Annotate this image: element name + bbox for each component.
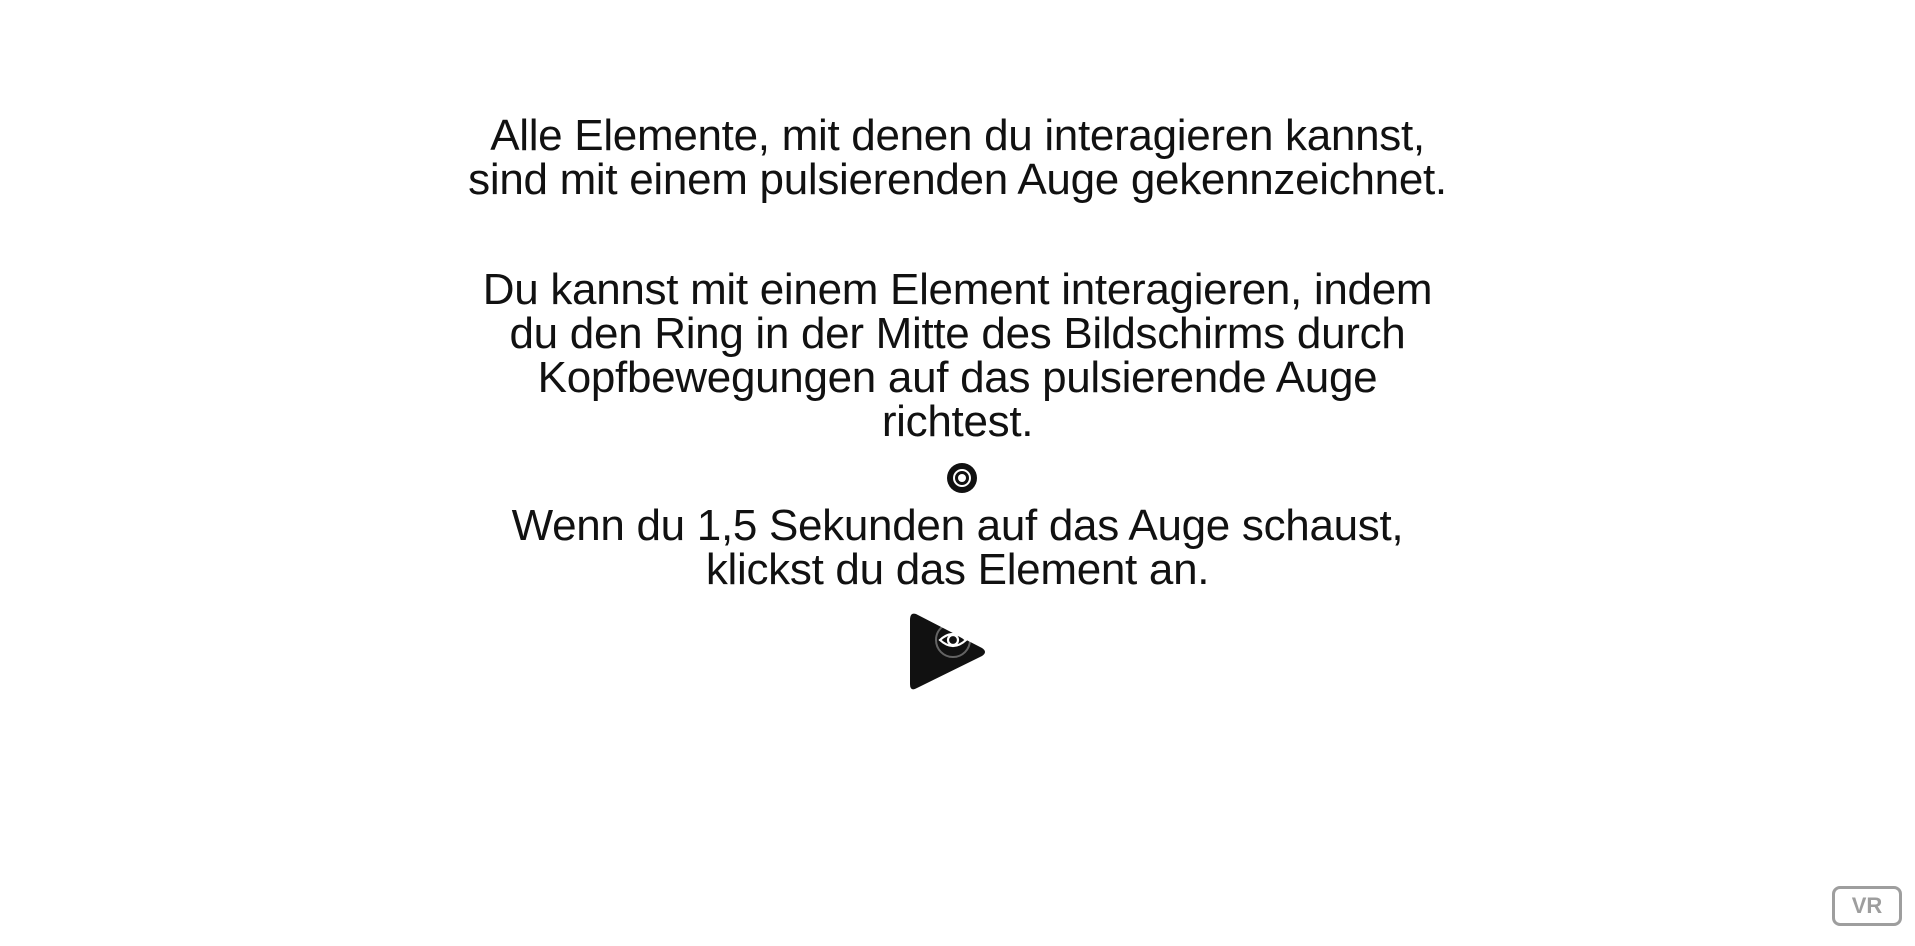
instruction-line: klickst du das Element an. <box>705 545 1210 594</box>
instruction-paragraph-interactive-elements: Alle Elemente, mit denen du interagieren… <box>420 114 1495 202</box>
play-icon <box>910 613 985 690</box>
instruction-paragraph-gaze-ring: Du kannst mit einem Element interagieren… <box>430 268 1485 444</box>
instruction-line: du den Ring in der Mitte des Bildschirms… <box>509 309 1406 358</box>
vr-mode-button[interactable]: VR <box>1832 886 1902 926</box>
instruction-line: richtest. <box>881 397 1034 446</box>
instruction-line: sind mit einem pulsierenden Auge gekennz… <box>468 155 1447 204</box>
instruction-line: Alle Elemente, mit denen du interagieren… <box>490 111 1425 160</box>
instruction-line: Du kannst mit einem Element interagieren… <box>482 265 1433 314</box>
play-button[interactable] <box>910 610 990 694</box>
instruction-line: Wenn du 1,5 Sekunden auf das Auge schaus… <box>511 501 1404 550</box>
gaze-ring-icon <box>947 463 977 493</box>
instruction-line: Kopfbewegungen auf das pulsierende Auge <box>537 353 1378 402</box>
vr-scene: Alle Elemente, mit denen du interagieren… <box>0 0 1915 946</box>
instruction-paragraph-dwell-click: Wenn du 1,5 Sekunden auf das Auge schaus… <box>420 504 1495 592</box>
